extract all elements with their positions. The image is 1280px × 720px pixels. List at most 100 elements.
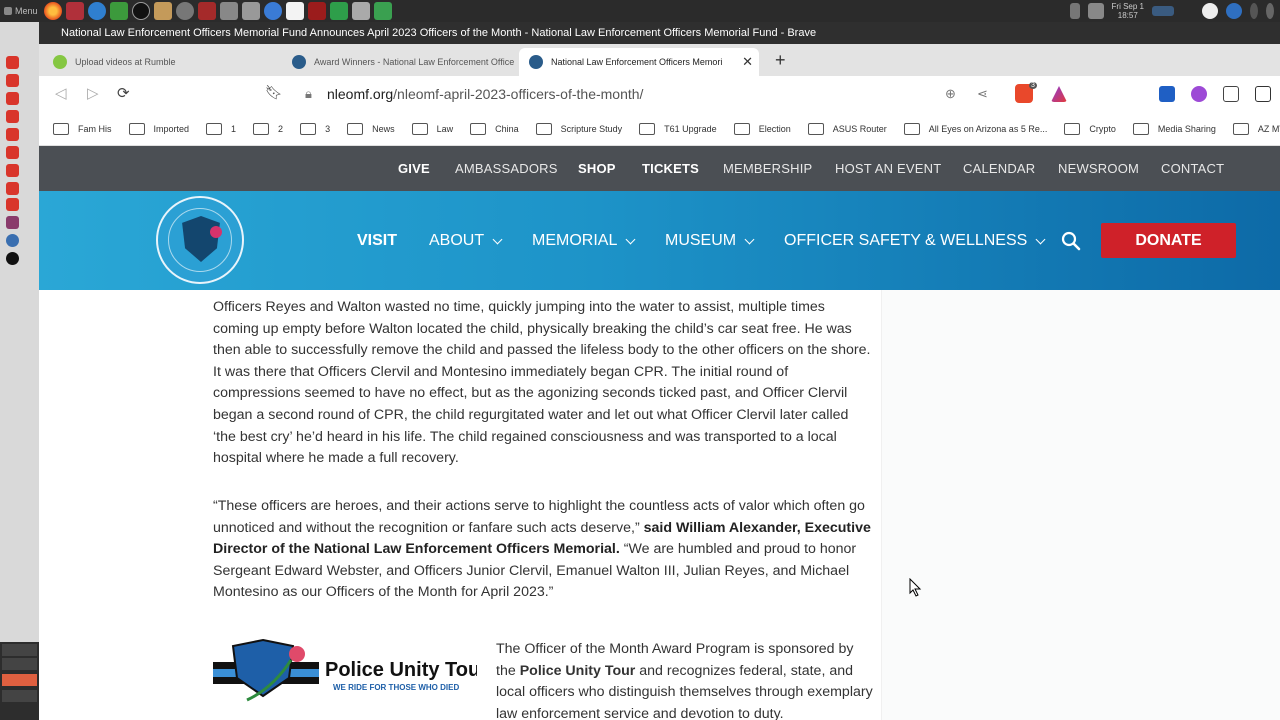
search-icon[interactable]: [1061, 231, 1081, 251]
bookmark-item[interactable]: AZ MVD: [1232, 122, 1280, 135]
police-unity-tour-logo[interactable]: Police Unity Tour WE RIDE FOR THOSE WHO …: [213, 638, 477, 708]
brave-icon[interactable]: [6, 56, 19, 69]
brave-icon[interactable]: [6, 92, 19, 105]
app-icon[interactable]: [131, 2, 150, 20]
nleomf-icon: [529, 55, 543, 69]
sidebar-toggle-icon[interactable]: [1255, 86, 1271, 102]
bookmark-item[interactable]: Crypto: [1064, 122, 1116, 135]
util-nav-calendar[interactable]: CALENDAR: [963, 161, 1035, 176]
app-icon[interactable]: [241, 2, 260, 20]
brave-icon[interactable]: [6, 182, 19, 195]
util-nav-shop[interactable]: SHOP: [578, 161, 616, 176]
bookmark-item[interactable]: Law: [411, 122, 453, 135]
bookmark-item[interactable]: T61 Upgrade: [639, 122, 717, 135]
bookmark-item[interactable]: ASUS Router: [807, 122, 887, 135]
nleomf-logo[interactable]: [156, 196, 244, 284]
nav-about[interactable]: ABOUT: [429, 232, 503, 250]
util-nav-give[interactable]: GIVE: [398, 161, 430, 176]
sponsor-link[interactable]: Police Unity Tour: [520, 663, 636, 679]
volume-icon[interactable]: [1087, 3, 1104, 19]
thunderbird-icon[interactable]: [87, 2, 106, 20]
extension-icon[interactable]: [1159, 86, 1175, 102]
power-icon[interactable]: [1266, 3, 1274, 19]
hp-icon[interactable]: [1226, 3, 1242, 19]
nav-memorial[interactable]: MEMORIAL: [532, 232, 636, 250]
url-text[interactable]: nleomf.org/nleomf-april-2023-officers-of…: [327, 86, 643, 102]
clock[interactable]: Fri Sep 1 18:57: [1112, 2, 1144, 20]
nav-visit[interactable]: VISIT: [357, 232, 397, 250]
microphone-icon[interactable]: [1069, 3, 1080, 19]
screen-record-icon[interactable]: [1202, 3, 1218, 19]
util-nav-host-an-event[interactable]: HOST AN EVENT: [835, 161, 941, 176]
address-bar[interactable]: 🔒︎ nleomf.org/nleomf-april-2023-officers…: [293, 80, 1079, 108]
folder-icon: [903, 122, 920, 135]
share-icon[interactable]: ⋖: [977, 86, 988, 102]
os-menu-button[interactable]: Menu: [0, 6, 44, 16]
bookmark-item[interactable]: Election: [733, 122, 791, 135]
nav-officer-safety[interactable]: OFFICER SAFETY & WELLNESS: [784, 232, 1046, 250]
close-icon[interactable]: ✕: [742, 54, 753, 70]
workspace-slot[interactable]: [2, 690, 37, 702]
brave-icon[interactable]: [6, 110, 19, 123]
shields-badge: 3: [1029, 82, 1037, 89]
rose-icon: [210, 226, 222, 238]
util-nav-ambassadors[interactable]: AMBASSADORS: [455, 161, 558, 176]
tab-rumble[interactable]: Upload videos at Rumble: [43, 48, 281, 76]
app-icon[interactable]: [153, 2, 172, 20]
bookmark-icon[interactable]: 🔖︎: [265, 84, 283, 101]
spreadsheet-icon[interactable]: [329, 2, 348, 20]
workspace-slot-active[interactable]: [2, 674, 37, 686]
bookmark-item[interactable]: Fam His: [53, 122, 112, 135]
app-icon[interactable]: [219, 2, 238, 20]
app-icon[interactable]: [6, 234, 19, 247]
lock-icon: 🔒︎: [305, 86, 312, 101]
bookmark-item[interactable]: 2: [253, 122, 283, 135]
app-icon[interactable]: [109, 2, 128, 20]
tab-award-winners[interactable]: Award Winners - National Law Enforcement…: [282, 48, 518, 76]
brave-icon[interactable]: [6, 128, 19, 141]
bluetooth-icon[interactable]: [1250, 3, 1258, 19]
zoom-icon[interactable]: ⊕: [945, 86, 956, 102]
nav-officer-safety-label: OFFICER SAFETY & WELLNESS: [784, 232, 1028, 249]
util-nav-membership[interactable]: MEMBERSHIP: [723, 161, 812, 176]
reload-button[interactable]: ⟳: [117, 84, 130, 102]
util-nav-tickets[interactable]: TICKETS: [642, 161, 699, 176]
brave-icon[interactable]: [6, 74, 19, 87]
puzzle-icon[interactable]: [1223, 86, 1239, 102]
network-icon[interactable]: [1152, 6, 1174, 16]
system-tray: Fri Sep 1 18:57: [1069, 0, 1280, 22]
brave-icon[interactable]: [6, 146, 19, 159]
app-icon[interactable]: [197, 2, 216, 20]
forward-button[interactable]: ▷: [87, 84, 99, 102]
tab-officers-of-month[interactable]: National Law Enforcement Officers Memori…: [519, 48, 759, 76]
new-tab-button[interactable]: +: [775, 50, 786, 71]
bookmark-item[interactable]: Scripture Study: [535, 122, 622, 135]
util-nav-contact[interactable]: CONTACT: [1161, 161, 1224, 176]
bookmark-item[interactable]: News: [347, 122, 395, 135]
bookmark-item[interactable]: China: [470, 122, 519, 135]
app-icon[interactable]: [351, 2, 370, 20]
bookmark-item[interactable]: 3: [300, 122, 330, 135]
workspace-slot[interactable]: [2, 644, 37, 656]
bookmark-item[interactable]: All Eyes on Arizona as 5 Re...: [903, 122, 1047, 135]
app-icon[interactable]: [175, 2, 194, 20]
brave-icon[interactable]: [6, 164, 19, 177]
document-icon[interactable]: [285, 2, 304, 20]
spreadsheet-icon[interactable]: [373, 2, 392, 20]
workspace-slot[interactable]: [2, 658, 37, 670]
util-nav-newsroom[interactable]: NEWSROOM: [1058, 161, 1139, 176]
bookmark-item[interactable]: Imported: [128, 122, 189, 135]
bookmark-item[interactable]: Media Sharing: [1132, 122, 1216, 135]
nav-museum[interactable]: MUSEUM: [665, 232, 755, 250]
brave-icon[interactable]: [6, 198, 19, 211]
back-button[interactable]: ◁: [55, 84, 67, 102]
app-icon[interactable]: [65, 2, 84, 20]
extension-icon[interactable]: [1191, 86, 1207, 102]
app-icon[interactable]: [6, 252, 19, 265]
app-icon[interactable]: [6, 216, 19, 229]
app-icon[interactable]: [307, 2, 326, 20]
bookmark-item[interactable]: 1: [206, 122, 236, 135]
help-icon[interactable]: [263, 2, 282, 20]
firefox-icon[interactable]: [43, 2, 62, 20]
donate-button[interactable]: DONATE: [1101, 223, 1236, 258]
